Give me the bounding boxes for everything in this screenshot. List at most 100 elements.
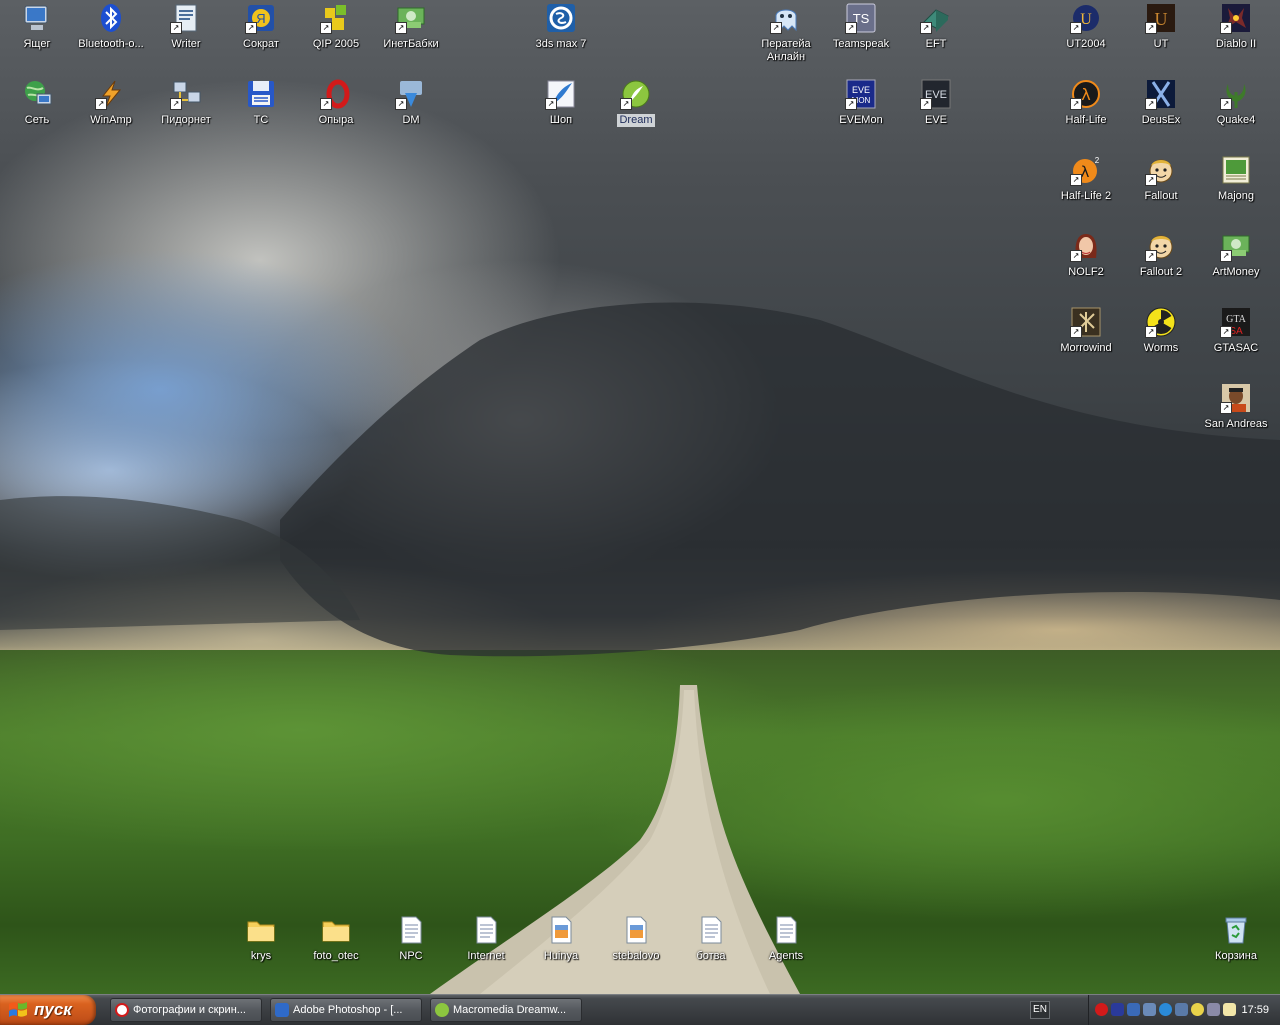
qip-icon: ↗ [320,2,352,34]
desktop-icon-bluetooth[interactable]: Bluetooth-о... [74,2,148,51]
desktop-icon-label: TC [253,114,269,126]
desktop-icon-dream[interactable]: ↗ Dream [599,78,673,127]
desktop-icon-majong[interactable]: Majong [1199,154,1273,203]
windows-flag-icon [9,1002,27,1017]
desktop-icon-label: Worms [1143,342,1179,354]
desktop-icon-opera[interactable]: ↗ Опыра [299,78,373,127]
language-indicator[interactable]: EN [1030,1001,1050,1019]
desktop-icon-label: GTASAC [1213,342,1259,354]
monitor-tray-icon[interactable] [1143,1003,1156,1016]
desktop-icon-evemon[interactable]: EVE MON ↗ EVEMon [824,78,898,127]
desktop-icon-winamp[interactable]: ↗ WinAmp [74,78,148,127]
desktop-icon-fallout[interactable]: ↗ Fallout [1124,154,1198,203]
desktop-icon-fallout-2[interactable]: ↗ Fallout 2 [1124,230,1198,279]
desktop-icon-recycle-bin[interactable]: Корзина [1199,914,1273,963]
desktop-icon-half-life-2[interactable]: λ 2 ↗ Half-Life 2 [1049,154,1123,203]
desktop-icon-morrowind[interactable]: ↗ Morrowind [1049,306,1123,355]
desktop-icon-label: WinAmp [90,114,132,126]
desktop-icon-agents[interactable]: Agents [749,914,823,963]
daemon-tools-tray-icon[interactable] [1191,1003,1204,1016]
desktop-icon-label: Ящег [23,38,51,50]
desktop-icon-label: Корзина [1215,950,1257,962]
taskbar-button-label: Adobe Photoshop - [... [293,1004,403,1016]
desktop-icon-half-life[interactable]: λ ↗ Half-Life [1049,78,1123,127]
opera-tray-icon[interactable] [1095,1003,1108,1016]
desktop-icon-eft[interactable]: ↗ EFT [899,2,973,51]
svg-text:GTA: GTA [1226,314,1247,325]
desktop-icon-foto-otec[interactable]: foto_otec [299,914,373,963]
desktop-icon-diablo[interactable]: ↗ Diablo II [1199,2,1273,51]
desktop-icon-label: 3ds max 7 [535,38,587,50]
desktop-icon-label: Writer [171,38,201,50]
desktop-icon-label: Internet [467,950,505,962]
desktop-icon-nolf2[interactable]: ↗ NOLF2 [1049,230,1123,279]
svg-text:λ: λ [1081,85,1090,104]
desktop-icon-label: stebalovo [612,950,660,962]
desktop-icon-ut2004[interactable]: U ↗ UT2004 [1049,2,1123,51]
start-button[interactable]: пуск [0,995,96,1025]
network-tray-icon[interactable] [1127,1003,1140,1016]
desktop-icon-teamspeak[interactable]: TS ↗ Teamspeak [824,2,898,51]
desktop-icon-huinya[interactable]: Huinya [524,914,598,963]
desktop-icon-worms[interactable]: ↗ Worms [1124,306,1198,355]
desktop-icon-tc[interactable]: TC [224,78,298,127]
desktop-icon-pidornet[interactable]: ↗ Пидорнет [149,78,223,127]
photoshop-feather-icon: ↗ [545,78,577,110]
desktop-icon-quake4[interactable]: ↗ Quake4 [1199,78,1273,127]
desktop-icon-label: UT [1153,38,1169,50]
desktop-icon-label: Majong [1217,190,1255,202]
desktop-icon-label: EFT [925,38,947,50]
desktop-icon-inetbabki[interactable]: ↗ ИнетБабки [374,2,448,51]
writer-icon: ↗ [170,2,202,34]
desktop-icon-network[interactable]: Сеть [0,78,74,127]
taskbar-button-dreamweaver[interactable]: Macromedia Dreamw... [430,998,582,1022]
desktop-icon-label: DeusEx [1141,114,1181,126]
half-life-icon: λ ↗ [1070,78,1102,110]
diablo-icon: ↗ [1220,2,1252,34]
desktop-icon-san-andreas[interactable]: ↗ San Andreas [1199,382,1273,431]
nolf2-icon: ↗ [1070,230,1102,262]
desktop-icon-3ds-max[interactable]: 3ds max 7 [524,2,598,51]
desktop-icon-label: Half-Life [1065,114,1107,126]
desktop-icon-stebalovo[interactable]: stebalovo [599,914,673,963]
teamspeak-tray-icon[interactable] [1111,1003,1124,1016]
image-file-icon [620,914,652,946]
security-tray-icon[interactable] [1207,1003,1220,1016]
desktop-icon-writer[interactable]: ↗ Writer [149,2,223,51]
desktop-icon-my-computer[interactable]: Ящег [0,2,74,51]
desktop-icon-internet[interactable]: Internet [449,914,523,963]
desktop-icon-artmoney[interactable]: ↗ ArtMoney [1199,230,1273,279]
desktop-icon-krys[interactable]: krys [224,914,298,963]
desktop-icon-dm[interactable]: ↗ DM [374,78,448,127]
winamp-icon: ↗ [95,78,127,110]
notepad-tray-icon[interactable] [1223,1003,1236,1016]
desktop-icon-gtasac[interactable]: GTA SA ↗ GTASAC [1199,306,1273,355]
desktop-icon-eve[interactable]: EVE ↗ EVE [899,78,973,127]
taskbar-button-label: Macromedia Dreamw... [453,1004,567,1016]
taskbar-button-opera[interactable]: Фотографии и скрин... [110,998,262,1022]
desktop-icon-label: EVEMon [839,114,883,126]
3ds-max-icon [545,2,577,34]
desktop-icon-ut[interactable]: U ↗ UT [1124,2,1198,51]
desktop-icon-label: Ператейа Анлайн [761,38,811,63]
desktop-icon-botva[interactable]: ботва [674,914,748,963]
svg-text:2: 2 [1095,156,1100,165]
dreamweaver-icon [435,1003,449,1017]
desktop-icon-label: NOLF2 [1068,266,1104,278]
dreamweaver-icon: ↗ [620,78,652,110]
desktop-icon-perateia[interactable]: ↗ Ператейа Анлайн [749,2,823,64]
desktop-icon-npc[interactable]: NPC [374,914,448,963]
desktop-icon-qip[interactable]: ↗ QIP 2005 [299,2,373,51]
desktop-icon-deusex[interactable]: ↗ DeusEx [1124,78,1198,127]
display-tray-icon[interactable] [1175,1003,1188,1016]
desktop-wallpaper: Ящег Bluetooth-о... ↗ Writer Я ↗ Сократ ↗… [0,0,1280,994]
desktop-icon-label: San Andreas [1204,418,1268,430]
connection-tray-icon[interactable] [1159,1003,1172,1016]
taskbar-button-photoshop[interactable]: Adobe Photoshop - [... [270,998,422,1022]
desktop-icon-label: Fallout [1144,190,1178,202]
san-andreas-icon: ↗ [1220,382,1252,414]
desktop-icon-sokrat[interactable]: Я ↗ Сократ [224,2,298,51]
desktop-icon-label: Опыра [318,114,354,126]
clock[interactable]: 17:59 [1241,995,1269,1025]
desktop-icon-shop[interactable]: ↗ Шоп [524,78,598,127]
